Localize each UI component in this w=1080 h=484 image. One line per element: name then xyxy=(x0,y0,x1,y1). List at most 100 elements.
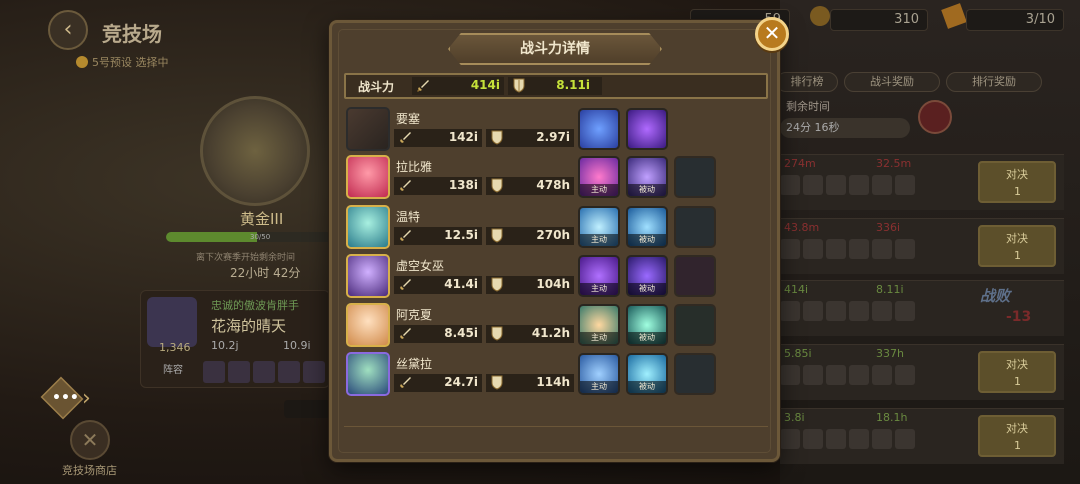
rank-medal-icon xyxy=(200,96,310,206)
hero-name: 温特 xyxy=(396,210,421,224)
hero-atk-box: 24.7i xyxy=(394,374,482,392)
back-icon[interactable]: ‹ xyxy=(48,10,88,50)
hero-atk-box: 142i xyxy=(394,129,482,147)
chevron-right-icon[interactable]: › xyxy=(82,386,91,411)
locked-skill-icon[interactable] xyxy=(674,156,716,198)
skill-icon[interactable]: 被动 xyxy=(626,255,668,297)
sword-icon xyxy=(417,80,429,92)
refresh-icon[interactable] xyxy=(918,100,952,134)
shield-icon xyxy=(491,228,503,243)
hero-portrait[interactable] xyxy=(346,254,390,298)
opponent-def: 337h xyxy=(876,347,904,360)
shield-icon xyxy=(491,277,503,292)
preset-label[interactable]: 5号预设 选择中 xyxy=(76,54,169,70)
season-time: 22小时 42分 xyxy=(230,266,301,280)
hero-def-value: 270h xyxy=(536,228,570,242)
hero-def-value: 41.2h xyxy=(531,326,570,340)
skill-icon[interactable]: 主动 xyxy=(578,255,620,297)
skill-icon[interactable]: 主动 xyxy=(578,206,620,248)
hero-def-value: 114h xyxy=(536,375,570,389)
total-power-bar: 战斗力 414i 8.11i xyxy=(344,73,768,99)
skill-icon[interactable]: 被动 xyxy=(626,206,668,248)
sword-icon xyxy=(400,279,411,290)
player-card[interactable]: 忠诚的傲波肯胖手 花海的晴天 1,346 10.2j 10.9i 阵容 xyxy=(140,290,330,388)
locked-skill-icon[interactable] xyxy=(674,255,716,297)
locked-skill-icon[interactable] xyxy=(674,353,716,395)
remain-time: 24分 16秒 xyxy=(780,118,910,138)
total-atk-value: 414i xyxy=(470,78,500,92)
hero-name: 虚空女巫 xyxy=(396,259,445,273)
skill-icon[interactable]: 被动 xyxy=(626,304,668,346)
power-details-modal: 战斗力详情 ✕ 战斗力 414i 8.11i 要塞 142i 2.97i 拉比雅 xyxy=(329,17,789,462)
duel-label: 对决 xyxy=(1006,358,1028,371)
hero-portrait[interactable] xyxy=(346,155,390,199)
duel-button[interactable]: 对决 1 xyxy=(978,161,1056,203)
active-tag: 主动 xyxy=(580,184,618,196)
hero-row: 阿克夏 8.45i 41.2h 主动 被动 xyxy=(344,303,768,349)
sword-icon xyxy=(400,328,411,339)
locked-skill-icon[interactable] xyxy=(674,304,716,346)
hero-atk-value: 24.7i xyxy=(444,375,478,389)
duel-label: 对决 xyxy=(1006,232,1028,245)
tab-battle-reward[interactable]: 战斗奖励 xyxy=(844,72,940,92)
shop-label[interactable]: 竞技场商店 xyxy=(62,462,117,478)
rank-label: 黄金III xyxy=(240,210,284,228)
close-icon[interactable]: ✕ xyxy=(755,17,789,51)
active-tag: 主动 xyxy=(580,283,618,295)
hero-def-box: 270h xyxy=(486,227,574,245)
skill-icon[interactable]: 主动 xyxy=(578,156,620,198)
duel-button[interactable]: 对决 1 xyxy=(978,351,1056,393)
hero-atk-box: 8.45i xyxy=(394,325,482,343)
skill-icon[interactable]: 被动 xyxy=(626,353,668,395)
duel-count: 1 xyxy=(1014,185,1021,198)
locked-skill-icon[interactable] xyxy=(674,206,716,248)
opponent-atk: 5.85i xyxy=(784,347,812,360)
tab-rank-reward[interactable]: 排行奖励 xyxy=(946,72,1042,92)
preset-icon xyxy=(76,56,88,68)
hero-name: 丝黛拉 xyxy=(396,357,433,371)
hero-def-box: 104h xyxy=(486,276,574,294)
total-def-value: 8.11i xyxy=(556,78,590,92)
skill-icon[interactable] xyxy=(578,108,620,150)
hero-def-box: 41.2h xyxy=(486,325,574,343)
passive-tag: 被动 xyxy=(628,184,666,196)
hero-portrait[interactable] xyxy=(346,303,390,347)
rank-progress-fill xyxy=(166,232,258,242)
opponent-atk: 274m xyxy=(784,157,816,170)
shield-icon xyxy=(491,178,503,193)
active-tag: 主动 xyxy=(580,332,618,344)
battle-result: 战败 xyxy=(980,287,1011,305)
hero-def-box: 114h xyxy=(486,374,574,392)
screen-title: 竞技场 xyxy=(102,22,162,46)
skill-icon[interactable] xyxy=(626,108,668,150)
skill-icon[interactable]: 主动 xyxy=(578,304,620,346)
player-guild: 忠诚的傲波肯胖手 xyxy=(211,299,299,312)
hero-atk-value: 8.45i xyxy=(444,326,478,340)
tab-ranking[interactable]: 排行榜 xyxy=(776,72,838,92)
duel-button[interactable]: 对决 1 xyxy=(978,225,1056,267)
hero-def-value: 2.97i xyxy=(536,130,570,144)
duel-label: 对决 xyxy=(1006,422,1028,435)
total-def-box: 8.11i xyxy=(508,77,602,95)
sword-icon xyxy=(400,180,411,191)
hero-portrait[interactable] xyxy=(346,352,390,396)
opponent-def: 18.1h xyxy=(876,411,908,424)
opponent-lineup xyxy=(780,429,915,449)
hero-def-value: 478h xyxy=(536,178,570,192)
passive-tag: 被动 xyxy=(628,283,666,295)
skill-icon[interactable]: 被动 xyxy=(626,156,668,198)
lineup-button[interactable] xyxy=(284,400,330,418)
hero-portrait[interactable] xyxy=(346,205,390,249)
shop-icon[interactable]: ✕ xyxy=(70,420,110,460)
opponent-lineup xyxy=(780,301,915,321)
hero-portrait[interactable] xyxy=(346,107,390,151)
active-tag: 主动 xyxy=(580,381,618,393)
duel-button[interactable]: 对决 1 xyxy=(978,415,1056,457)
hero-row: 温特 12.5i 270h 主动 被动 xyxy=(344,205,768,251)
opponent-row: 43.8m 336i 对决 1 xyxy=(780,218,1064,274)
sword-icon xyxy=(400,132,411,143)
opponent-atk: 3.8i xyxy=(784,411,805,424)
skill-icon[interactable]: 主动 xyxy=(578,353,620,395)
chat-icon: ••• xyxy=(52,390,79,406)
lineup-slots xyxy=(203,361,325,383)
